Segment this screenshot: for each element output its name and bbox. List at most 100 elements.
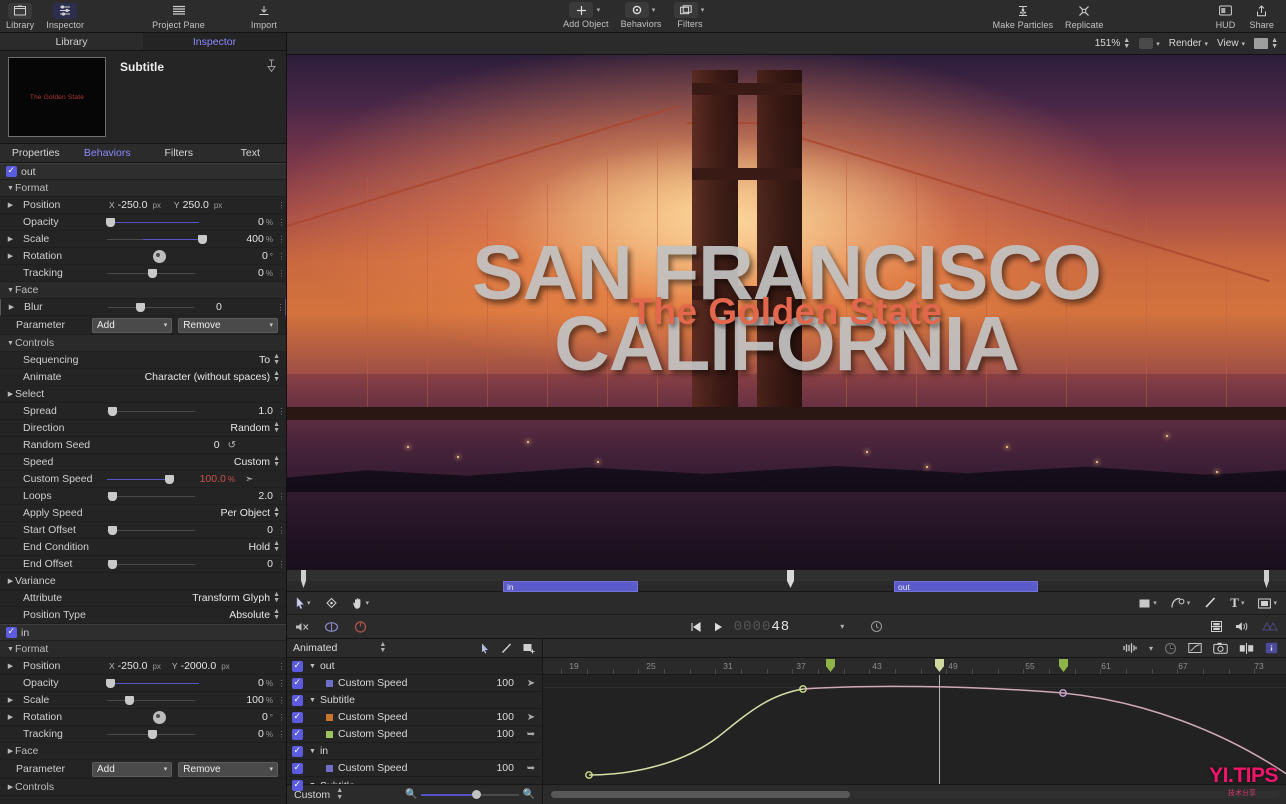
attribute-popup[interactable]: Transform Glyph ▲▼	[107, 592, 286, 605]
opacity-value[interactable]: 0	[258, 677, 264, 689]
render-quality-icon[interactable]	[1210, 620, 1223, 633]
pen-icon[interactable]	[501, 643, 512, 654]
chevron-down-icon[interactable]: ▾	[366, 599, 370, 607]
behavior-out-checkbox[interactable]	[6, 166, 17, 177]
param-row-custom-speed[interactable]: Custom Speed 100.0 % ➣	[0, 471, 286, 488]
mini-timeline[interactable]: in out	[287, 569, 1286, 591]
start-offset-value-cell[interactable]: 0	[211, 524, 277, 536]
disclosure-triangle-icon[interactable]	[7, 303, 16, 311]
group-header-in-controls[interactable]: Controls	[0, 779, 286, 796]
disclosure-triangle-icon[interactable]	[6, 390, 15, 398]
end-offset-slider[interactable]	[107, 556, 211, 573]
keyframe-curve-graph[interactable]: 19 25 31 37 43 49 55 61 67 73	[543, 658, 1286, 784]
paint-stroke-tool[interactable]	[1204, 597, 1216, 609]
group-header-out-controls[interactable]: Controls	[0, 335, 286, 352]
end-offset-value[interactable]: 0	[267, 558, 273, 570]
blur-slider[interactable]	[108, 299, 210, 316]
crop-tool[interactable]: ▾	[1258, 598, 1277, 609]
pan-hand-tool[interactable]: ▾	[352, 597, 370, 610]
subtitle-text[interactable]: The Golden State	[630, 291, 942, 333]
screenshot-icon[interactable]	[1213, 642, 1228, 654]
row-enable-checkbox[interactable]	[292, 746, 303, 757]
add-object-chevron-down-icon[interactable]: ▾	[594, 6, 602, 14]
group-header-out-face[interactable]: Face	[0, 282, 286, 299]
scale-value[interactable]: 100	[246, 694, 264, 706]
scale-value-cell[interactable]: 100 %	[211, 694, 277, 706]
group-header-in-format[interactable]: Format	[0, 641, 286, 658]
toolbar-replicate-button[interactable]: Replicate	[1059, 0, 1109, 30]
channel-view-control[interactable]: ▾	[1139, 38, 1160, 49]
view-menu[interactable]: View ▾	[1217, 38, 1245, 49]
rectangle-mask-tool[interactable]: ▾	[1138, 598, 1157, 609]
position-x-value[interactable]: -250.0	[118, 199, 148, 211]
behavior-header-in[interactable]: in	[0, 624, 286, 641]
rotation-value-cell[interactable]: 0 °	[211, 711, 277, 723]
tab-text[interactable]: Text	[215, 144, 287, 162]
sequencing-popup[interactable]: To ▲▼	[107, 354, 286, 367]
blur-value-cell[interactable]: 0	[210, 301, 276, 313]
toolbar-make-particles-button[interactable]: Make Particles	[987, 0, 1059, 30]
custom-speed-value-cell[interactable]: 100.0 %	[173, 473, 239, 485]
spread-slider[interactable]	[107, 403, 211, 420]
param-stepper-icon[interactable]: ⋮	[277, 218, 286, 227]
timecode-menu-icon[interactable]: ▾	[840, 622, 844, 631]
select-arrow-icon[interactable]	[481, 643, 490, 654]
disclosure-triangle-icon[interactable]	[6, 696, 15, 704]
position-y-value[interactable]: 250.0	[183, 199, 209, 211]
param-row-speed[interactable]: Speed Custom ▲▼	[0, 454, 286, 471]
bezier-tool[interactable]: ▾	[1171, 597, 1191, 609]
tracking-value[interactable]: 0	[258, 267, 264, 279]
timecode-display[interactable]: 000048	[734, 619, 790, 635]
toolbar-project-pane-button[interactable]: Project Pane	[146, 0, 211, 30]
param-row-apply-speed[interactable]: Apply Speed Per Object ▲▼	[0, 505, 286, 522]
layout-control[interactable]: ▲▼	[1254, 38, 1278, 50]
waveform-icon[interactable]	[1122, 642, 1138, 654]
opacity-value-cell[interactable]: 0 %	[211, 677, 277, 689]
end-offset-value-cell[interactable]: 0	[211, 558, 277, 570]
rotation-value[interactable]: 0	[262, 711, 268, 723]
param-row-out-tracking[interactable]: Tracking 0 % ⋮	[0, 265, 286, 282]
keyframe-row-subtitle-1[interactable]: ▼ Subtitle	[287, 692, 542, 709]
rotation-dial-wrap[interactable]	[107, 709, 211, 726]
slider-knob[interactable]	[136, 303, 145, 312]
row-value[interactable]: 100	[496, 711, 520, 723]
blur-value[interactable]: 0	[216, 301, 222, 313]
chevron-down-icon[interactable]: ▾	[1153, 599, 1157, 607]
param-row-out-rotation[interactable]: Rotation 0 ° ⋮	[0, 248, 286, 265]
chevron-down-icon[interactable]: ▾	[1187, 599, 1191, 607]
start-offset-slider[interactable]	[107, 522, 211, 539]
param-row-start-offset[interactable]: Start Offset 0 ⋮	[0, 522, 286, 539]
record-icon[interactable]	[353, 620, 368, 633]
param-row-end-condition[interactable]: End Condition Hold ▲▼	[0, 539, 286, 556]
position-type-popup[interactable]: Absolute ▲▼	[107, 609, 286, 622]
disclosure-triangle-icon[interactable]	[6, 252, 15, 260]
disclosure-triangle-icon[interactable]	[6, 185, 15, 192]
speaker-icon[interactable]	[1235, 620, 1250, 633]
disclosure-triangle-icon[interactable]	[6, 287, 15, 294]
tracking-slider[interactable]	[107, 726, 211, 743]
keyframe-filter-popup[interactable]: Animated	[293, 642, 337, 654]
slider-knob[interactable]	[165, 475, 174, 484]
scale-value[interactable]: 400	[246, 233, 264, 245]
disclosure-triangle-icon[interactable]	[6, 340, 15, 347]
transform-tool[interactable]	[325, 597, 338, 609]
random-seed-value-cell[interactable]: 0	[107, 439, 224, 451]
chevron-down-icon[interactable]: ▾	[1273, 599, 1277, 607]
param-row-in-tracking[interactable]: Tracking 0 % ⋮	[0, 726, 286, 743]
param-row-in-rotation[interactable]: Rotation 0 ° ⋮	[0, 709, 286, 726]
loops-value[interactable]: 2.0	[258, 490, 273, 502]
toolbar-inspector-button[interactable]: Inspector	[40, 0, 90, 30]
disclosure-triangle-icon[interactable]	[6, 783, 15, 791]
slider-knob[interactable]	[472, 790, 481, 799]
loop-icon[interactable]	[324, 621, 339, 633]
disclosure-triangle-icon[interactable]	[6, 577, 15, 585]
slider-knob[interactable]	[148, 730, 157, 739]
zoom-level-control[interactable]: 151% ▲▼	[1095, 38, 1131, 50]
keyframe-ruler[interactable]: 19 25 31 37 43 49 55 61 67 73	[543, 658, 1286, 675]
toolbar-behaviors-button[interactable]: ▾ Behaviors	[615, 0, 668, 29]
disclosure-triangle-icon[interactable]: ▼	[309, 663, 316, 670]
tracking-value-cell[interactable]: 0 %	[211, 267, 277, 279]
slider-knob[interactable]	[125, 696, 134, 705]
curve-snap-icon[interactable]	[1188, 642, 1202, 654]
custom-speed-value[interactable]: 100.0	[200, 473, 226, 485]
